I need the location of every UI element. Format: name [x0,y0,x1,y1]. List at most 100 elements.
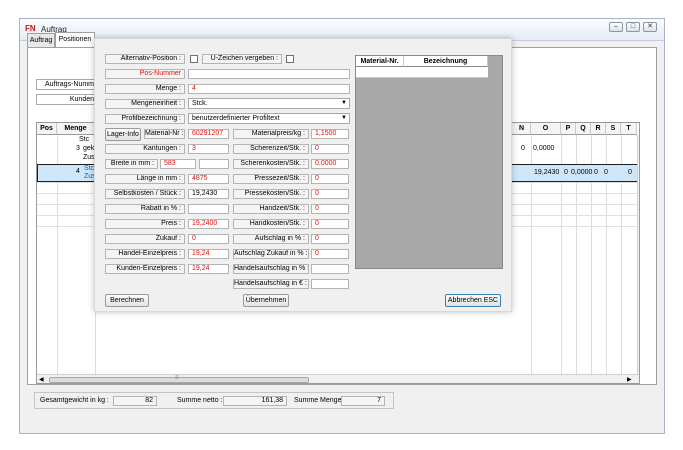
row-o-value: 19,2430 [534,169,560,176]
auftrags-nummer-label-box: Auftrags-Numm [36,79,96,90]
alternativ-position-checkbox[interactable] [190,55,198,63]
chevron-down-icon: ▼ [341,115,347,121]
mengeneinheit-select[interactable]: Stck. ▼ [188,98,350,109]
kunden-einzelpreis-input[interactable]: 19,24 [188,264,229,274]
kantungen-label: Kantungen : [105,144,185,154]
handkosten-label: Handkosten/Stk. : [233,219,309,229]
scroll-thumb-vertical[interactable] [639,147,640,165]
kantungen-input[interactable]: 3 [188,144,229,154]
col-header-bezeichnung[interactable]: Bezeichnung [404,56,488,67]
col-header-material-nr[interactable]: Material-Nr. [356,56,404,67]
mengeneinheit-label: Mengeneinheit : [105,99,185,109]
grid-horizontal-scrollbar[interactable]: ◀ ≡ ▶ [37,374,639,383]
handelsaufschlag-eur-label: Handelsaufschlag in € : [233,279,309,289]
summe-netto-label: Summe netto : [177,397,223,404]
col-header-s[interactable]: S [606,123,621,135]
close-button[interactable]: ✕ [643,22,657,32]
profilbezeichnung-select[interactable]: benutzerdefinierter Profiltext ▼ [188,113,350,124]
pressekosten-input[interactable]: 0 [311,189,349,199]
breite-input[interactable]: 583 [160,159,196,169]
col-header-o[interactable]: O [531,123,561,135]
kunden-einzelpreis-label: Kunden-Einzelpreis : [105,264,185,274]
scroll-right-icon[interactable]: ▶ [627,376,632,383]
row-menge-text: Stc [84,165,95,172]
kunden-label: Kunden [69,96,94,103]
menge-label: Menge : [105,84,185,94]
laenge-input[interactable]: 4875 [188,174,229,184]
col-header-r[interactable]: R [591,123,606,135]
breite-extra-input[interactable] [199,159,229,169]
handkosten-input[interactable]: 0 [311,219,349,229]
col-header-pos[interactable]: Pos [37,123,57,135]
abbrechen-button[interactable]: Abbrechen ESC [445,294,501,307]
pos-nummer-label: Pos-Nummer [105,69,185,79]
rabatt-label: Rabatt in % : [105,204,185,214]
position-edit-dialog: Alternativ-Position : Ü-Zeichen vergeben… [94,38,512,312]
col-header-p[interactable]: P [561,123,576,135]
col-header-q[interactable]: Q [576,123,591,135]
aufschlag-input[interactable]: 0 [311,234,349,244]
materialpreis-input[interactable]: 1,1500 [311,129,349,139]
scroll-up-icon[interactable]: ▲ [639,135,640,141]
berechnen-button[interactable]: Berechnen [105,294,149,307]
col-header-t[interactable]: T [621,123,637,135]
row-menge-text: gek [83,145,95,152]
material-grid-empty-row[interactable] [356,67,488,78]
row-pos: 4 [76,168,80,175]
col-header-menge[interactable]: Menge [57,123,95,135]
row-p2-value: 0,0000 [571,169,593,176]
row-r-value: 0 [604,169,608,176]
grid-vertical-scrollbar[interactable]: ▲ [637,135,640,374]
pos-nummer-input[interactable] [188,69,350,79]
row-q-value: 0 [594,169,598,176]
uebernehmen-button[interactable]: Übernehmen [243,294,289,307]
aufschlag-label: Aufschlag in % : [233,234,309,244]
scroll-left-icon[interactable]: ◀ [39,376,44,383]
row-p-value: 0 [564,169,568,176]
pressekosten-label: Pressekosten/Stk. : [233,189,309,199]
material-grid[interactable]: Material-Nr. Bezeichnung [355,55,503,269]
handel-einzelpreis-input[interactable]: 19,24 [188,249,229,259]
row-o-value: 0,0000 [533,145,555,152]
summe-menge-label: Summe Menge : [294,397,346,404]
preis-input[interactable]: 19,2400 [188,219,229,229]
lager-info-button[interactable]: Lager-Info [105,128,141,141]
aufschlag-zukauf-input[interactable]: 0 [311,249,349,259]
kunden-label-box: Kunden [36,94,96,105]
menge-input[interactable]: 4 [188,84,350,94]
scherenzeit-input[interactable]: 0 [311,144,349,154]
material-nr-input[interactable]: 60291207 [188,129,229,139]
col-header-n[interactable]: N [513,123,531,135]
selbstkosten-label: Selbstkosten / Stück : [105,189,185,199]
zukauf-label: Zukauf : [105,234,185,244]
materialpreis-label: Materialpreis/kg : [233,129,309,139]
pressezeit-input[interactable]: 0 [311,174,349,184]
material-nr-label: Material-Nr : [144,129,185,139]
handelsaufschlag-eur-input[interactable] [311,279,349,289]
minimize-button[interactable]: – [609,22,623,32]
row-t-value: 0 [628,169,632,176]
handzeit-input[interactable]: 0 [311,204,349,214]
breite-label: Breite in mm : [105,159,158,169]
row-menge-text: Stc [79,136,90,143]
laenge-label: Länge in mm : [105,174,185,184]
summe-menge-value: 7 [341,396,385,406]
scherenkosten-input[interactable]: 0,0000 [311,159,349,169]
ue-zeichen-label: Ü-Zeichen vergeben : [202,54,282,64]
zukauf-input[interactable]: 0 [188,234,229,244]
row-pos: 3 [76,145,80,152]
gesamtgewicht-label: Gesamtgewicht in kg : [40,397,109,404]
preis-label: Preis : [105,219,185,229]
rabatt-input[interactable] [188,204,229,214]
scroll-grip-icon: ≡ [175,375,179,381]
scroll-thumb-horizontal[interactable]: ≡ [49,375,309,383]
handelsaufschlag-pct-input[interactable] [311,264,349,274]
mengeneinheit-value: Stck. [192,100,208,107]
tab-positionen[interactable]: Positionen [55,32,95,47]
row-n-value: 0 [521,145,525,152]
scherenkosten-label: Scherenkosten/Stk. : [233,159,309,169]
ue-zeichen-checkbox[interactable] [286,55,294,63]
maximize-button[interactable]: □ [626,22,640,32]
tab-auftrag[interactable]: Auftrag [27,33,55,47]
selbstkosten-value: 19,2430 [188,189,229,199]
